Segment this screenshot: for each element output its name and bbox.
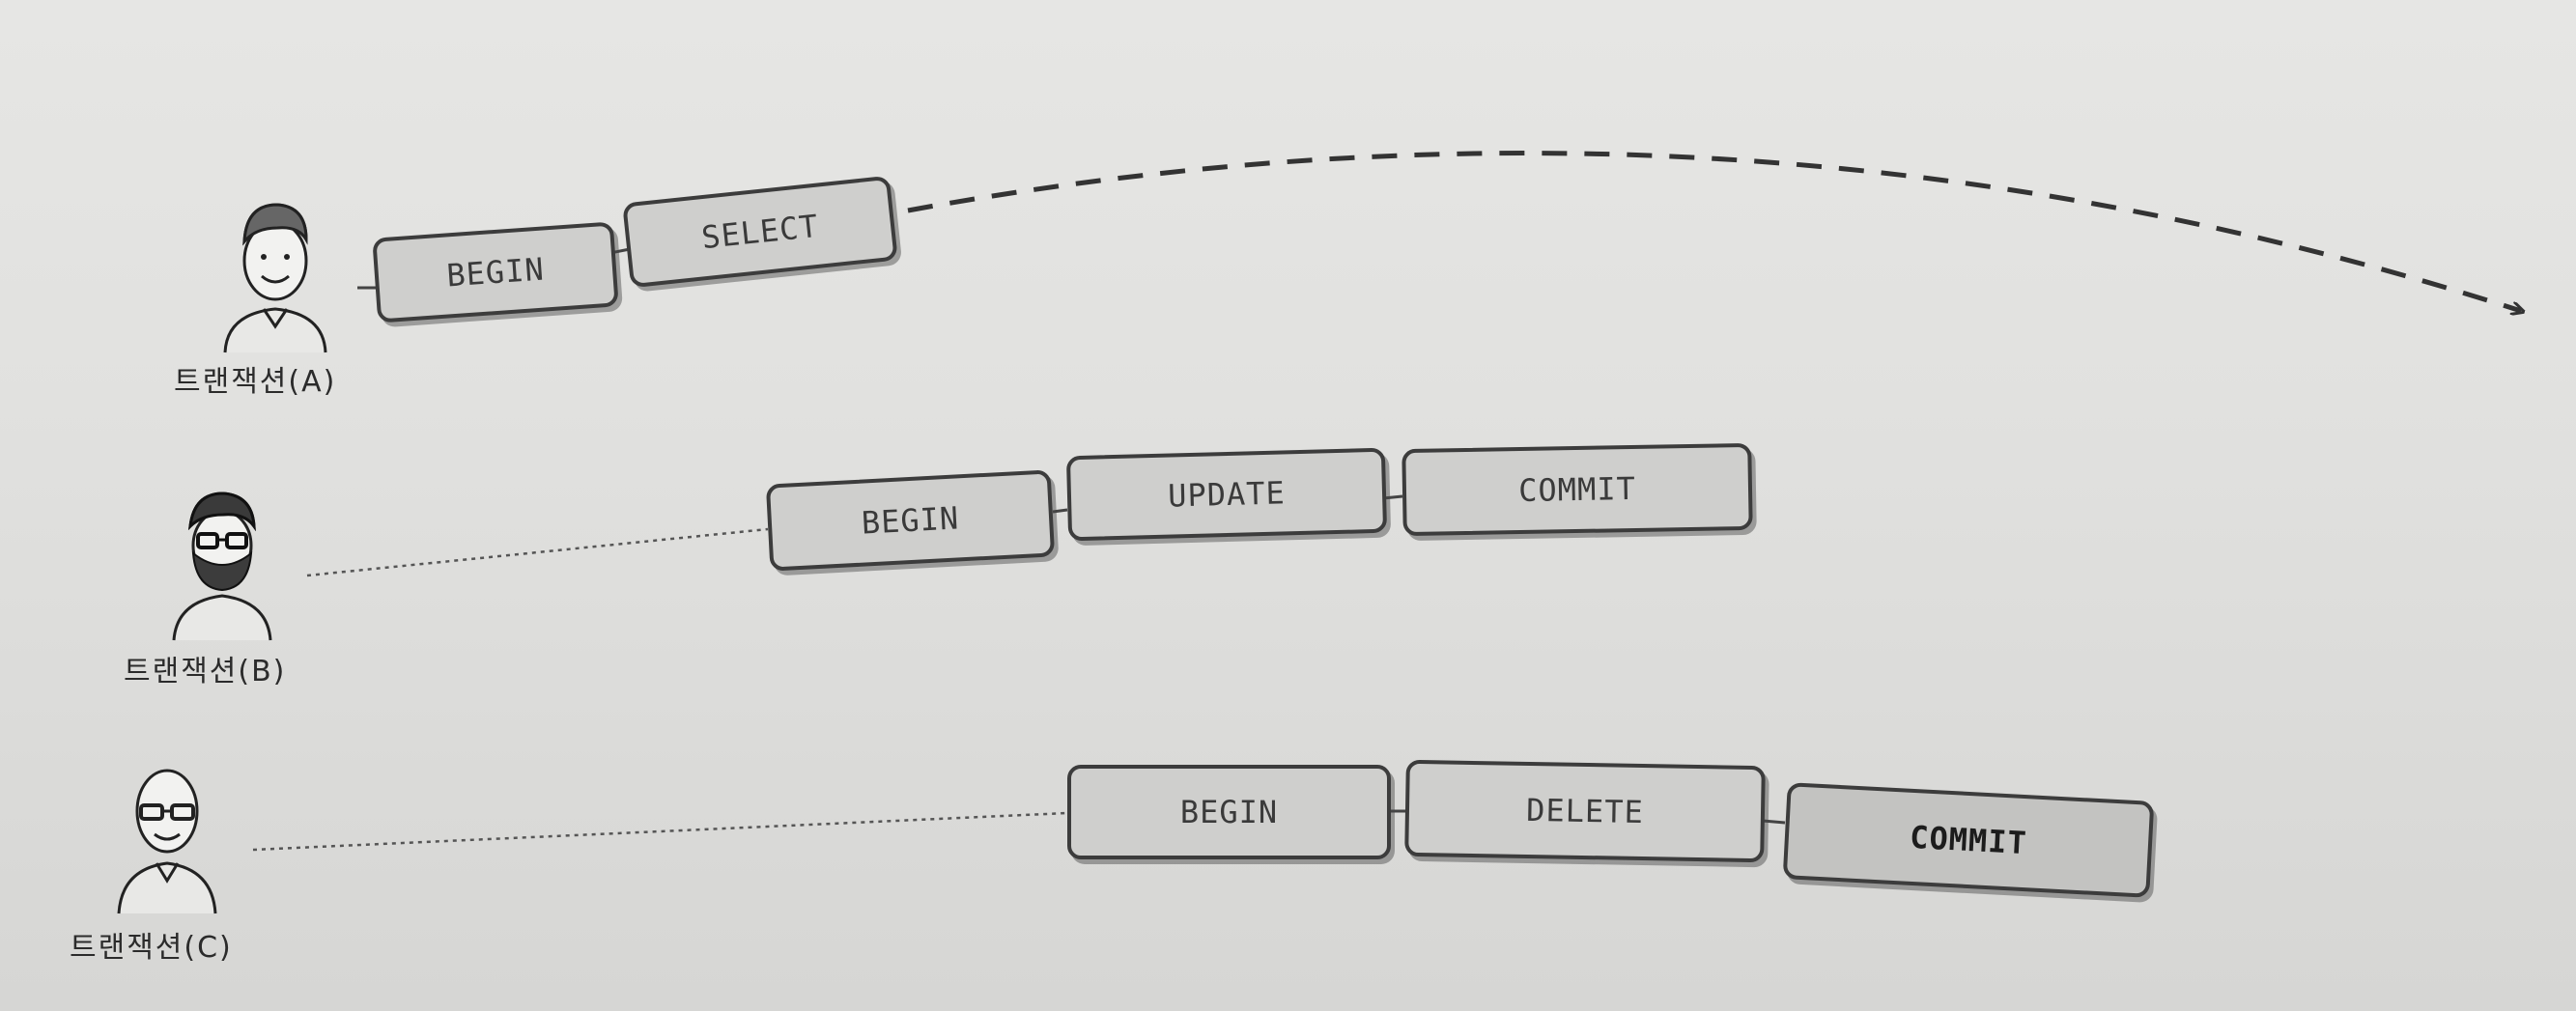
bald-man-glasses-icon [117, 769, 217, 914]
transaction-a-label: 트랜잭션(A) [174, 365, 337, 399]
transaction-b-label: 트랜잭션(B) [124, 655, 287, 688]
timeline-a-continuation-arrow [907, 151, 2521, 311]
bearded-man-glasses-icon [172, 491, 272, 641]
transaction-c-label: 트랜잭션(C) [70, 931, 233, 965]
timeline-b-connector-1 [1052, 508, 1068, 514]
transaction-timeline-diagram: 트랜잭션(A) 트랜잭션(B) 트랜잭션(C) BEGIN SELECT BEG… [0, 0, 2576, 1011]
transaction-b-begin-block: BEGIN [765, 469, 1056, 572]
transaction-a-begin-block: BEGIN [372, 221, 619, 323]
transaction-b-update-block: UPDATE [1065, 447, 1388, 542]
transaction-c-delete-block: DELETE [1404, 759, 1766, 863]
timeline-c-lead-line [252, 811, 1068, 852]
transaction-b-commit-block: COMMIT [1401, 442, 1753, 537]
transaction-c-begin-block: BEGIN [1067, 765, 1391, 859]
transaction-c-commit-block: COMMIT [1782, 782, 2155, 898]
man-short-hair-icon [223, 203, 327, 353]
timeline-b-lead-line [306, 527, 769, 577]
timeline-c-connector-2 [1762, 819, 1786, 825]
